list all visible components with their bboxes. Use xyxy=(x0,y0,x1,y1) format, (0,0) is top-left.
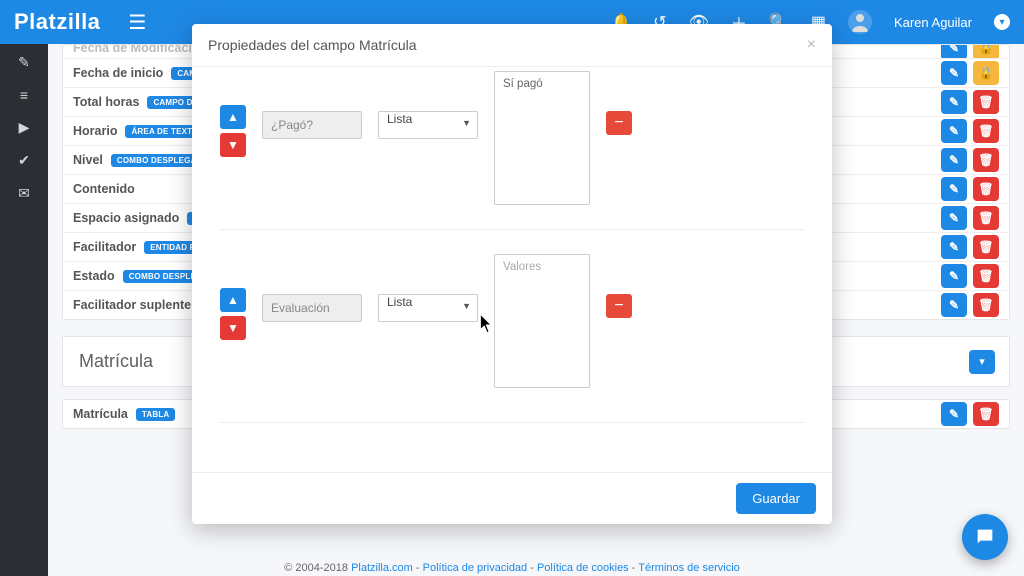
row-actions: ✎🗑 xyxy=(941,264,999,288)
field-label: Contenido xyxy=(73,182,135,196)
section-title: Matrícula xyxy=(79,351,153,372)
user-menu-chevron-icon[interactable]: ▾ xyxy=(994,14,1010,30)
move-up-button[interactable]: ▲ xyxy=(220,105,246,129)
edit-button[interactable]: ✎ xyxy=(941,293,967,317)
field-label: Matrícula xyxy=(73,407,128,421)
delete-button[interactable]: 🗑 xyxy=(973,90,999,114)
comments-icon[interactable]: ✉ xyxy=(18,185,30,202)
field-label: Total horas xyxy=(73,95,139,109)
delete-button[interactable]: 🗑 xyxy=(973,264,999,288)
close-icon[interactable]: × xyxy=(807,36,816,54)
modal-body: ▲ ▼ Lista Sí pagó − ▲ ▼ Lista − xyxy=(192,67,832,472)
row-actions: ✎🔒 xyxy=(941,61,999,85)
delete-button[interactable]: 🗑 xyxy=(973,293,999,317)
subfield-row: ▲ ▼ Lista Sí pagó − xyxy=(220,67,804,229)
field-label: Facilitador suplente xyxy=(73,298,191,312)
edit-button[interactable]: ✎ xyxy=(941,177,967,201)
menu-toggle-icon[interactable]: ☰ xyxy=(128,10,146,35)
remove-subfield-button[interactable]: − xyxy=(606,294,632,318)
edit-button[interactable]: ✎ xyxy=(941,264,967,288)
edit-button[interactable]: ✎ xyxy=(941,148,967,172)
row-actions: ✎🗑 xyxy=(941,119,999,143)
save-button[interactable]: Guardar xyxy=(736,483,816,514)
left-sidebar: ✎ ≡ ▶ ✔ ✉ xyxy=(0,44,48,576)
brand-logo: Platzilla xyxy=(14,9,100,35)
edit-button[interactable]: ✎ xyxy=(941,119,967,143)
modal-header: Propiedades del campo Matrícula × xyxy=(192,24,832,67)
row-actions: ✎🗑 xyxy=(941,235,999,259)
avatar[interactable] xyxy=(848,10,872,34)
edit-button[interactable]: ✎ xyxy=(941,90,967,114)
subfield-type-select[interactable]: Lista xyxy=(378,294,478,322)
field-label: Espacio asignado xyxy=(73,211,179,225)
delete-button[interactable]: 🗑 xyxy=(973,402,999,426)
field-properties-modal: Propiedades del campo Matrícula × ▲ ▼ Li… xyxy=(192,24,832,524)
edit-button[interactable]: ✎ xyxy=(941,61,967,85)
check-icon[interactable]: ✔ xyxy=(18,152,30,169)
subfield-name-input[interactable] xyxy=(262,111,362,139)
lock-button[interactable]: 🔒 xyxy=(973,45,999,59)
chat-fab-button[interactable] xyxy=(962,514,1008,560)
row-actions: ✎🗑 xyxy=(941,90,999,114)
footer-copyright: © 2004-2018 xyxy=(284,562,351,574)
edit-button[interactable]: ✎ xyxy=(941,235,967,259)
edit-button[interactable]: ✎ xyxy=(941,45,967,59)
subfield-row: ▲ ▼ Lista − xyxy=(220,229,804,412)
order-buttons: ▲ ▼ xyxy=(220,105,246,157)
move-down-button[interactable]: ▼ xyxy=(220,316,246,340)
edit-button[interactable]: ✎ xyxy=(941,402,967,426)
row-actions: ✎🗑 xyxy=(941,177,999,201)
list-icon[interactable]: ≡ xyxy=(20,87,28,103)
field-label: Fecha de inicio xyxy=(73,66,163,80)
modal-title: Propiedades del campo Matrícula xyxy=(208,37,417,53)
subfield-type-value: Lista xyxy=(387,295,412,309)
order-buttons: ▲ ▼ xyxy=(220,288,246,340)
play-icon[interactable]: ▶ xyxy=(19,119,30,136)
move-up-button[interactable]: ▲ xyxy=(220,288,246,312)
subfield-type-select[interactable]: Lista xyxy=(378,111,478,139)
field-type-tag: TABLA xyxy=(136,408,176,421)
footer: © 2004-2018 Platzilla.com - Política de … xyxy=(0,562,1024,574)
compose-icon[interactable]: ✎ xyxy=(18,54,30,71)
delete-button[interactable]: 🗑 xyxy=(973,177,999,201)
row-actions: ✎🗑 xyxy=(941,206,999,230)
edit-button[interactable]: ✎ xyxy=(941,206,967,230)
delete-button[interactable]: 🗑 xyxy=(973,206,999,230)
subfield-values-textarea[interactable] xyxy=(494,254,590,388)
modal-footer: Guardar xyxy=(192,472,832,524)
delete-button[interactable]: 🗑 xyxy=(973,148,999,172)
footer-site-link[interactable]: Platzilla.com xyxy=(351,562,413,574)
field-label: Fecha de Modificación xyxy=(73,45,207,55)
row-actions: ✎🗑 xyxy=(941,402,999,426)
footer-terms-link[interactable]: Términos de servicio xyxy=(638,562,739,574)
row-actions: ✎🗑 xyxy=(941,148,999,172)
section-toggle-button[interactable]: ▾ xyxy=(969,350,995,374)
row-actions: ✎🗑 xyxy=(941,293,999,317)
footer-sep: - xyxy=(416,562,423,574)
delete-button[interactable]: 🗑 xyxy=(973,235,999,259)
subfield-values-textarea[interactable]: Sí pagó xyxy=(494,71,590,205)
subfield-name-input[interactable] xyxy=(262,294,362,322)
field-label: Horario xyxy=(73,124,117,138)
row-actions: ✎🔒 xyxy=(941,45,999,59)
move-down-button[interactable]: ▼ xyxy=(220,133,246,157)
footer-privacy-link[interactable]: Política de privacidad xyxy=(423,562,528,574)
lock-button[interactable]: 🔒 xyxy=(973,61,999,85)
remove-subfield-button[interactable]: − xyxy=(606,111,632,135)
footer-cookies-link[interactable]: Política de cookies xyxy=(537,562,629,574)
footer-sep: - xyxy=(530,562,537,574)
subfield-type-value: Lista xyxy=(387,112,412,126)
delete-button[interactable]: 🗑 xyxy=(973,119,999,143)
username: Karen Aguilar xyxy=(894,15,972,30)
field-label: Nivel xyxy=(73,153,103,167)
field-label: Estado xyxy=(73,269,115,283)
field-label: Facilitador xyxy=(73,240,136,254)
